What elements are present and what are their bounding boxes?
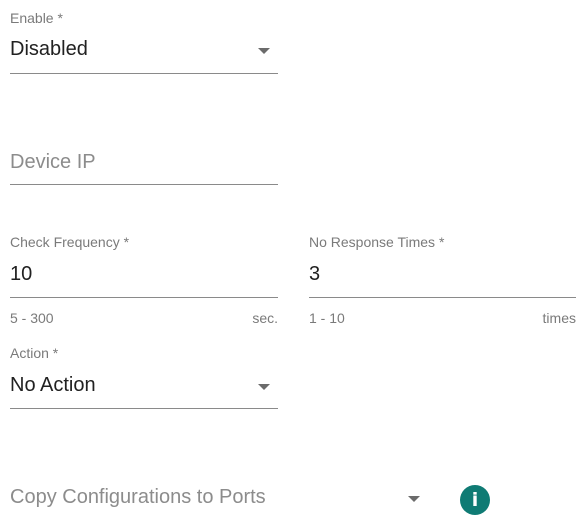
no-response-times-label: No Response Times * bbox=[309, 234, 445, 250]
enable-select[interactable]: Enable * Disabled bbox=[10, 6, 278, 76]
enable-value: Disabled bbox=[10, 38, 88, 60]
no-response-times-field[interactable]: No Response Times * 3 1 - 10 times bbox=[309, 228, 576, 328]
check-frequency-unit: sec. bbox=[252, 310, 278, 326]
action-underline bbox=[10, 408, 278, 409]
chevron-down-icon[interactable] bbox=[258, 384, 270, 390]
check-frequency-label: Check Frequency * bbox=[10, 234, 130, 250]
check-frequency-field[interactable]: Check Frequency * 10 5 - 300 sec. bbox=[10, 228, 278, 328]
action-label: Action * bbox=[10, 345, 59, 361]
device-ip-underline bbox=[10, 184, 278, 185]
no-response-times-value: 3 bbox=[309, 263, 321, 285]
check-frequency-value: 10 bbox=[10, 263, 33, 285]
chevron-down-icon[interactable] bbox=[408, 496, 420, 502]
no-response-times-range-hint: 1 - 10 bbox=[309, 310, 345, 326]
copy-config-placeholder: Copy Configurations to Ports bbox=[10, 486, 266, 508]
device-ip-placeholder: Device IP bbox=[10, 151, 96, 173]
no-response-times-underline bbox=[309, 297, 576, 298]
check-frequency-range-hint: 5 - 300 bbox=[10, 310, 54, 326]
action-value: No Action bbox=[10, 374, 96, 396]
enable-underline bbox=[10, 73, 278, 74]
device-ip-field[interactable]: Device IP bbox=[10, 148, 278, 188]
chevron-down-icon[interactable] bbox=[258, 48, 270, 54]
enable-label: Enable * bbox=[10, 10, 63, 26]
action-select[interactable]: Action * No Action bbox=[10, 342, 278, 412]
check-frequency-underline bbox=[10, 297, 278, 298]
no-response-times-unit: times bbox=[542, 310, 576, 326]
copy-config-select[interactable]: Copy Configurations to Ports bbox=[10, 482, 430, 514]
info-icon[interactable]: i bbox=[460, 485, 490, 515]
